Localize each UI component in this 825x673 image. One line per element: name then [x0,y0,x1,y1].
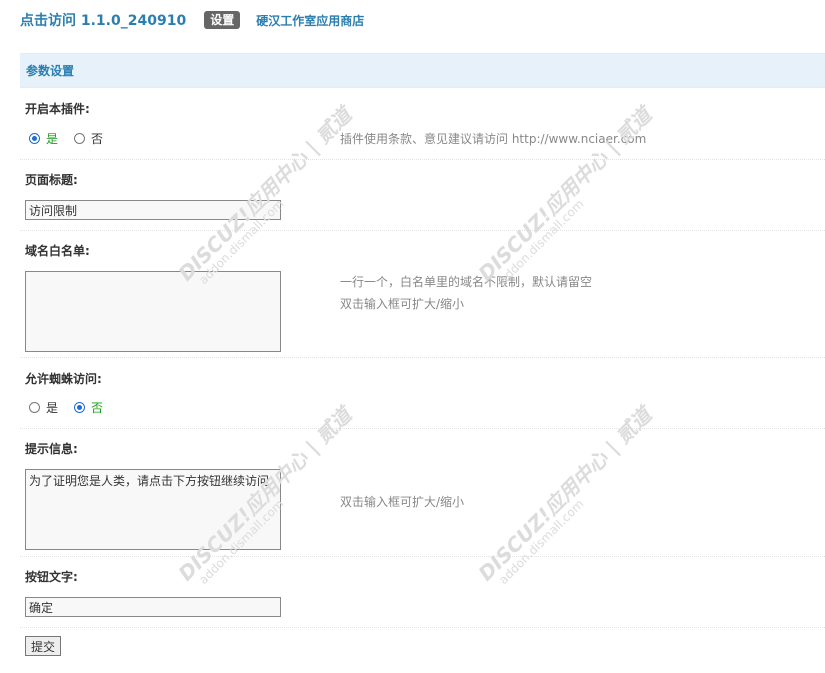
divider [20,556,825,557]
section-title: 参数设置 [20,53,825,88]
allow-spider-no-label[interactable]: 否 [91,399,103,416]
button-text-input[interactable] [25,597,281,617]
submit-button[interactable]: 提交 [25,636,62,656]
domain-whitelist-label: 域名白名单: [25,244,90,258]
enable-plugin-hint: 插件使用条款、意见建议请访问 http://www.nciaer.com [340,132,647,146]
app-title: 点击访问 1.1.0_240910 [20,13,187,29]
prompt-message-textarea[interactable]: 为了证明您是人类，请点击下方按钮继续访问 [25,469,281,550]
watermark: DISCUZ!应用中心 | 贰道 addon.dismall.com [473,402,665,594]
prompt-message-label: 提示信息: [25,442,78,456]
allow-spider-yes-radio[interactable] [29,402,40,413]
enable-plugin-yes-radio[interactable] [29,133,40,144]
watermark-url: addon.dismall.com [496,496,587,587]
enable-plugin-no-label[interactable]: 否 [91,130,103,147]
enable-plugin-no-radio[interactable] [74,133,86,144]
enable-plugin-radio-group: 是 否 [29,130,103,147]
divider [20,159,825,160]
prompt-message-hint: 双击输入框可扩大/缩小 [340,495,465,509]
divider [20,357,825,358]
divider [20,428,825,429]
enable-plugin-label: 开启本插件: [25,102,90,116]
domain-whitelist-hint: 一行一个，白名单里的域名不限制，默认请留空 双击输入框可扩大/缩小 [340,271,592,315]
tab-settings[interactable]: 设置 [204,11,241,29]
domain-whitelist-hint-line2: 双击输入框可扩大/缩小 [340,297,465,311]
domain-whitelist-textarea[interactable] [25,271,281,352]
domain-whitelist-hint-line1: 一行一个，白名单里的域名不限制，默认请留空 [340,275,593,289]
button-text-label: 按钮文字: [25,570,78,584]
divider [20,627,825,628]
allow-spider-label: 允许蜘蛛访问: [25,372,102,386]
watermark-brand: DISCUZ!应用中心 | 贰道 [473,402,657,586]
divider [20,230,825,231]
watermark-brand: DISCUZ!应用中心 | 贰道 [173,102,357,286]
allow-spider-yes-label[interactable]: 是 [46,399,58,416]
allow-spider-no-radio[interactable] [74,402,86,413]
allow-spider-radio-group: 是 否 [29,399,103,416]
page-header: 点击访问 1.1.0_240910 设置 硬汉工作室应用商店 [20,10,364,30]
page-title-input[interactable] [25,200,281,220]
page-title-label: 页面标题: [25,173,78,187]
enable-plugin-yes-label[interactable]: 是 [46,130,58,147]
store-link[interactable]: 硬汉工作室应用商店 [256,12,364,29]
